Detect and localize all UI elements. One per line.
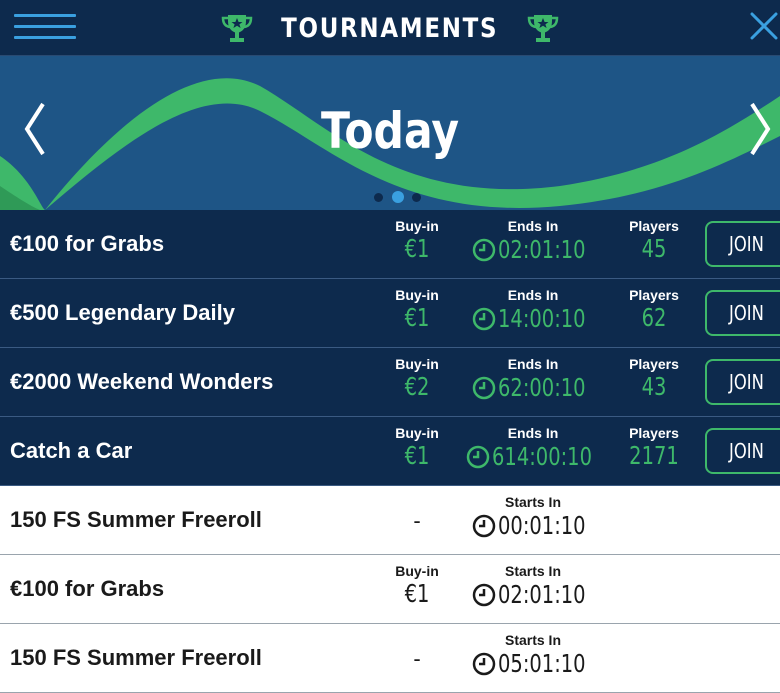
time-text: 14:00:10 [498, 304, 586, 333]
clock-icon [466, 445, 490, 468]
ends-in-label: Ends In [507, 287, 559, 303]
players-label: Players [629, 425, 679, 441]
players-value: 62 [641, 303, 667, 332]
clock-icon [472, 307, 496, 330]
players-label: Players [629, 218, 679, 234]
tournament-name: €2000 Weekend Wonders [10, 369, 274, 394]
tournament-row: €100 for Grabs Buy-in €1 Starts In 02:01… [0, 555, 780, 624]
time-text: 00:01:10 [498, 511, 586, 540]
buyin-label: Buy-in [395, 287, 439, 303]
carousel-pagination [370, 190, 430, 204]
header-title-group: TOURNAMENTS [0, 0, 780, 56]
page-dot[interactable] [412, 193, 421, 202]
ends-in-label: Ends In [507, 218, 559, 234]
tournament-row: €500 Legendary Daily Buy-in €1 Ends In 1… [0, 279, 780, 348]
join-button[interactable]: JOIN [705, 359, 780, 405]
players-value: 2171 [629, 441, 679, 470]
starts-in-value: 05:01:10 [463, 649, 603, 678]
join-button[interactable]: JOIN [705, 428, 780, 474]
join-button[interactable]: JOIN [705, 221, 780, 267]
tournament-row: €2000 Weekend Wonders Buy-in €2 Ends In … [0, 348, 780, 417]
join-button-label: JOIN [729, 370, 764, 394]
buyin-value: - [413, 646, 421, 671]
starts-in-value: 02:01:10 [463, 580, 603, 609]
players-label: Players [629, 356, 679, 372]
trophy-icon [222, 15, 253, 42]
buyin-value: - [413, 508, 421, 533]
starts-in-label: Starts In [504, 632, 561, 648]
time-text: 02:01:10 [498, 580, 586, 609]
players-value: 43 [641, 372, 667, 401]
clock-icon [472, 583, 496, 606]
carousel-title: Today [320, 102, 460, 160]
close-icon[interactable] [748, 10, 780, 42]
tournament-row: 150 FS Summer Freeroll - Starts In 05:01… [0, 624, 780, 693]
tournaments-screen: TOURNAMENTS Today €100 for Grabs Buy-in … [0, 0, 780, 693]
join-button-label: JOIN [729, 232, 764, 256]
ends-in-value: 14:00:10 [463, 304, 603, 333]
starts-in-label: Starts In [504, 494, 561, 510]
tournament-name: €100 for Grabs [10, 576, 165, 601]
buyin-label: Buy-in [395, 218, 439, 234]
tournament-row: 150 FS Summer Freeroll - Starts In 00:01… [0, 486, 780, 555]
page-dot-active[interactable] [392, 191, 404, 203]
tournament-name: Catch a Car [10, 438, 133, 463]
buyin-value: €1 [404, 303, 430, 332]
join-button[interactable]: JOIN [705, 290, 780, 336]
trophy-icon [527, 15, 558, 42]
ends-in-value: 62:00:10 [463, 373, 603, 402]
buyin-value: €1 [404, 234, 430, 263]
players-value: 45 [641, 234, 667, 263]
clock-icon [472, 652, 496, 675]
join-button-label: JOIN [729, 301, 764, 325]
page-title: TOURNAMENTS [281, 12, 499, 44]
page-dot[interactable] [374, 193, 383, 202]
chevron-left-icon[interactable] [15, 94, 55, 164]
starts-in-label: Starts In [504, 563, 561, 579]
tournament-name: €500 Legendary Daily [10, 300, 236, 325]
ends-in-value: 02:01:10 [463, 235, 603, 264]
tournament-name: 150 FS Summer Freeroll [10, 507, 262, 532]
clock-icon [472, 238, 496, 261]
join-button-label: JOIN [729, 439, 764, 463]
starts-in-value: 00:01:10 [463, 511, 603, 540]
day-carousel: Today [0, 56, 780, 210]
tournament-name: 150 FS Summer Freeroll [10, 645, 262, 670]
buyin-value: €1 [404, 579, 430, 608]
hamburger-icon[interactable] [14, 14, 76, 40]
buyin-value: €1 [404, 441, 430, 470]
tournament-row: Catch a Car Buy-in €1 Ends In 614:00:10 … [0, 417, 780, 486]
buyin-label: Buy-in [395, 356, 439, 372]
time-text: 614:00:10 [492, 442, 592, 471]
players-label: Players [629, 287, 679, 303]
time-text: 02:01:10 [498, 235, 586, 264]
clock-icon [472, 514, 496, 537]
time-text: 62:00:10 [498, 373, 586, 402]
time-text: 05:01:10 [498, 649, 586, 678]
chevron-right-icon[interactable] [740, 94, 780, 164]
ends-in-value: 614:00:10 [463, 442, 603, 471]
buyin-label: Buy-in [395, 425, 439, 441]
clock-icon [472, 376, 496, 399]
tournament-row: €100 for Grabs Buy-in €1 Ends In 02:01:1… [0, 210, 780, 279]
ends-in-label: Ends In [507, 425, 559, 441]
buyin-value: €2 [404, 372, 430, 401]
ends-in-label: Ends In [507, 356, 559, 372]
buyin-label: Buy-in [395, 563, 439, 579]
tournament-name: €100 for Grabs [10, 231, 165, 256]
top-bar: TOURNAMENTS [0, 0, 780, 56]
